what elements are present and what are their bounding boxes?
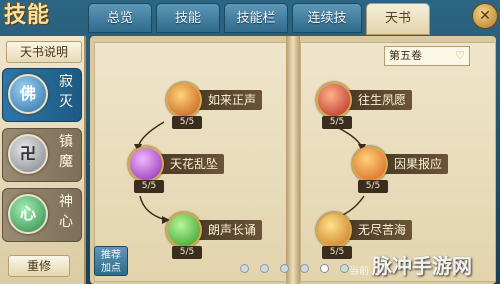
skill-wangsheng-suyuan[interactable]: 往生夙愿 5/5: [316, 82, 436, 129]
page-dot[interactable]: [260, 264, 269, 273]
skill-name: 往生夙愿: [346, 90, 413, 110]
sidebar-item-zhenmo[interactable]: 卍 镇魔: [2, 128, 82, 182]
skill-level: 5/5: [322, 246, 352, 259]
reset-button[interactable]: 重修: [8, 255, 70, 277]
skill-name: 无尽苦海: [346, 220, 413, 240]
page-dot[interactable]: [240, 264, 249, 273]
skill-tianhua-luanzhui[interactable]: 天花乱坠 5/5: [128, 146, 248, 193]
swastika-icon: 卍: [8, 134, 48, 174]
skill-name: 朗声长诵: [196, 220, 263, 240]
skill-name: 因果报应: [382, 154, 449, 174]
watermark: 脉冲手游网: [372, 254, 472, 278]
skill-rulai-zhengsheng[interactable]: 如来正声 5/5: [166, 82, 286, 129]
skill-level: 5/5: [358, 180, 388, 193]
fire-palm-icon: [166, 82, 202, 118]
recommended-points-button[interactable]: 推荐加点: [94, 246, 128, 276]
book-help-button[interactable]: 天书说明: [6, 41, 82, 63]
chevron-down-icon: ♡: [455, 49, 465, 62]
page-dot[interactable]: [340, 264, 349, 273]
tab-heavenly-book[interactable]: 天书: [366, 3, 430, 35]
close-icon[interactable]: ✕: [472, 3, 498, 29]
recommended-points-label: 推荐加点: [101, 250, 121, 274]
skill-wujin-kuhai[interactable]: 无尽苦海 5/5: [316, 212, 436, 259]
skill-level: 5/5: [172, 246, 202, 259]
skill-book: 第五卷 ♡ 如来正声 5/5 天花乱坠 5/5 朗声长诵 5/5 往生夙愿 5/…: [90, 36, 496, 284]
game-window: 技能 总览 技能 技能栏 连续技 天书 ✕ 天书说明 佛 寂灭 卍 镇魔 心 神…: [0, 0, 500, 284]
book-spine: [286, 36, 300, 284]
skill-name: 如来正声: [196, 90, 263, 110]
tab-skills[interactable]: 技能: [156, 3, 220, 33]
sidebar-item-label: 寂灭: [59, 74, 73, 110]
volume-label: 第五卷: [389, 49, 422, 62]
skill-level: 5/5: [172, 116, 202, 129]
skill-logo: 技能: [4, 2, 51, 28]
tab-overview[interactable]: 总览: [88, 3, 152, 33]
bitter-sea-icon: [316, 212, 352, 248]
skill-level: 5/5: [134, 180, 164, 193]
karma-icon: [352, 146, 388, 182]
sidebar: 天书说明 佛 寂灭 卍 镇魔 心 神心 重修: [0, 36, 86, 284]
skill-level: 5/5: [322, 116, 352, 129]
rebirth-icon: [316, 82, 352, 118]
page-dot[interactable]: [300, 264, 309, 273]
sidebar-item-shenxin[interactable]: 心 神心: [2, 188, 82, 242]
volume-select[interactable]: 第五卷 ♡: [384, 46, 470, 66]
sidebar-item-label: 神心: [59, 194, 73, 230]
skill-name: 天花乱坠: [158, 154, 225, 174]
sidebar-item-label: 镇魔: [59, 134, 73, 170]
heart-icon: 心: [8, 194, 48, 234]
page-dot-active[interactable]: [320, 264, 329, 273]
tab-skill-bar[interactable]: 技能栏: [224, 3, 288, 33]
skill-langsheng-changsong[interactable]: 朗声长诵 5/5: [166, 212, 286, 259]
current-label: 当前: [349, 266, 369, 277]
buddha-icon: 佛: [8, 74, 48, 114]
lotus-icon: [128, 146, 164, 182]
tab-combo[interactable]: 连续技: [292, 3, 362, 33]
page-dot[interactable]: [280, 264, 289, 273]
skill-yinguo-baoying[interactable]: 因果报应 5/5: [352, 146, 472, 193]
sidebar-item-jimie[interactable]: 佛 寂灭: [2, 68, 82, 122]
chant-icon: [166, 212, 202, 248]
